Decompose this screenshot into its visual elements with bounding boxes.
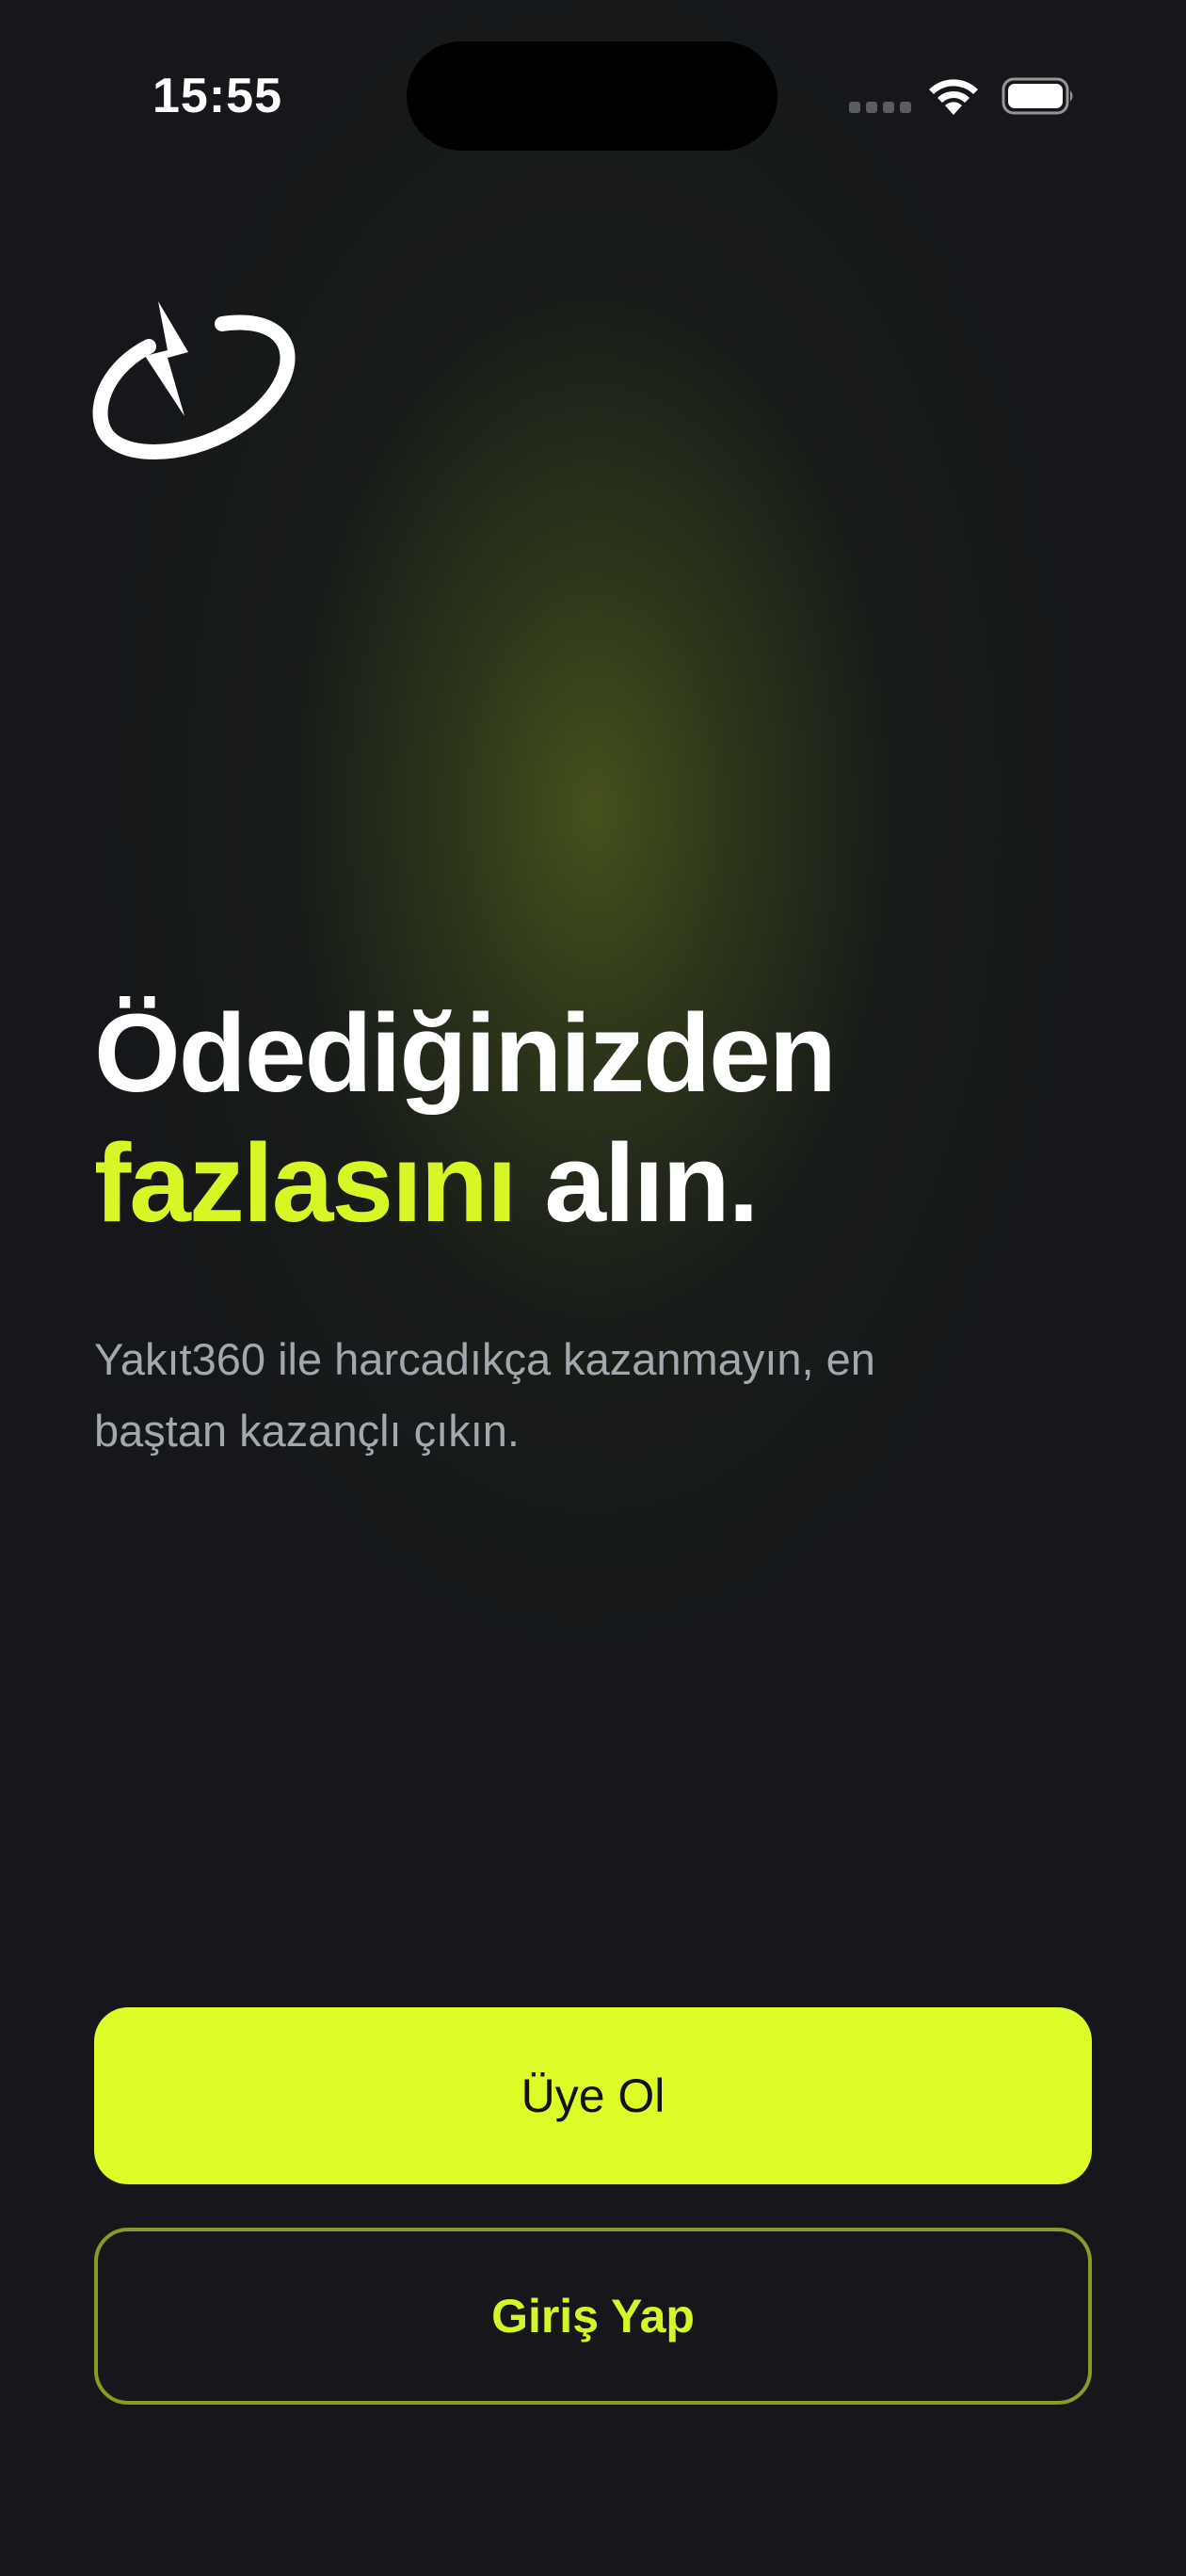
headline-highlight: fazlasını bbox=[94, 1121, 518, 1246]
dynamic-island bbox=[407, 41, 777, 151]
hero-subtitle: Yakıt360 ile harcadıkça kazanmayın, en b… bbox=[94, 1324, 1035, 1467]
hero-headline: Ödediğinizden fazlasını alın. bbox=[94, 989, 1111, 1248]
login-button[interactable]: Giriş Yap bbox=[94, 2228, 1092, 2405]
lightning-orbit-logo-icon bbox=[92, 301, 296, 459]
headline-line-1: Ödediğinizden bbox=[94, 991, 837, 1116]
status-time: 15:55 bbox=[152, 69, 282, 123]
signup-button[interactable]: Üye Ol bbox=[94, 2007, 1092, 2184]
headline-rest: alın. bbox=[515, 1121, 759, 1246]
subtitle-line-1: Yakıt360 ile harcadıkça kazanmayın, en bbox=[94, 1334, 875, 1384]
wifi-icon bbox=[929, 79, 978, 115]
battery-icon bbox=[1002, 77, 1073, 115]
subtitle-line-2: baştan kazançlı çıkın. bbox=[94, 1406, 520, 1456]
welcome-screen: 15:55 Ödediğinizden fazlasını alın. Yakı… bbox=[0, 0, 1186, 2576]
cellular-signal-icon bbox=[849, 102, 911, 113]
